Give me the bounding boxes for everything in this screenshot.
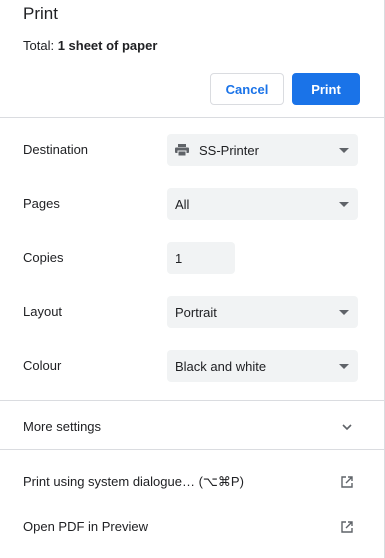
pages-value: All [175,196,190,212]
open-in-new-icon[interactable] [340,520,354,534]
open-in-new-icon[interactable] [340,475,354,489]
pages-select[interactable]: All [167,188,358,220]
layout-label: Layout [23,304,63,319]
open-pdf-link[interactable]: Open PDF in Preview [23,519,148,534]
colour-label: Colour [23,358,62,373]
system-dialog-link[interactable]: Print using system dialogue… (⌥⌘P) [23,474,244,490]
print-button[interactable]: Print [292,73,360,105]
total-summary: Total: 1 sheet of paper [23,38,157,53]
destination-label: Destination [23,142,89,157]
more-settings-divider [0,449,384,450]
caret-down-icon [339,310,349,315]
colour-value: Black and white [175,358,267,374]
caret-down-icon [339,148,349,153]
total-prefix: Total: [23,38,58,53]
printer-icon [175,144,189,157]
total-value: 1 sheet of paper [57,38,158,53]
caret-down-icon [339,364,349,369]
destination-select[interactable]: SS-Printer [167,134,358,166]
cancel-button[interactable]: Cancel [210,73,284,105]
copies-input[interactable]: 1 [167,242,235,274]
chevron-down-icon[interactable] [340,420,354,434]
pages-label: Pages [23,196,60,211]
dialog-title: Print [23,4,58,23]
header-divider [0,117,384,118]
destination-value: SS-Printer [199,142,259,158]
caret-down-icon [339,202,349,207]
colour-select[interactable]: Black and white [167,350,358,382]
layout-select[interactable]: Portrait [167,296,358,328]
more-settings-toggle[interactable]: More settings [23,419,101,434]
layout-value: Portrait [175,304,217,320]
settings-divider [0,400,384,401]
copies-label: Copies [23,250,64,265]
